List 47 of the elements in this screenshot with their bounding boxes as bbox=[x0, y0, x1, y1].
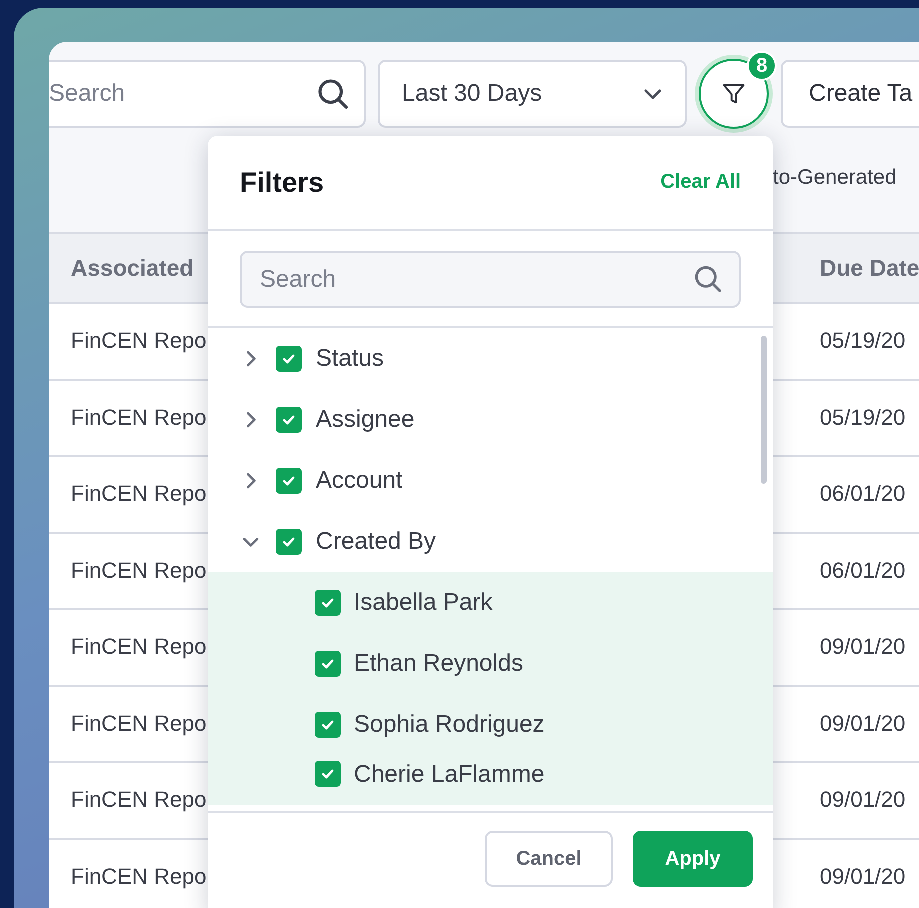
date-range-dropdown[interactable]: Last 30 Days bbox=[378, 60, 687, 128]
column-header: Due Date bbox=[819, 254, 919, 282]
cancel-button[interactable]: Cancel bbox=[485, 831, 613, 887]
filter-search-field[interactable]: Search bbox=[240, 251, 741, 308]
table-cell-text: 06/01/20 bbox=[819, 558, 907, 584]
filter-option-label: Isabella Park bbox=[354, 588, 493, 616]
apply-button[interactable]: Apply bbox=[633, 831, 753, 887]
table-cell-text: 09/01/20 bbox=[819, 634, 907, 660]
checkbox[interactable] bbox=[276, 468, 302, 494]
table-cell-text: 09/01/20 bbox=[819, 787, 907, 814]
filter-label: Account bbox=[316, 466, 403, 494]
table-cell-text: FinCEN Repo bbox=[70, 864, 208, 890]
checkbox[interactable] bbox=[276, 346, 302, 372]
table-cell-text: 05/19/20 bbox=[819, 404, 907, 431]
table-cell-text: FinCEN Repo bbox=[70, 634, 208, 660]
checkbox[interactable] bbox=[315, 712, 341, 738]
popup-title: Filters bbox=[240, 166, 324, 198]
checkbox[interactable] bbox=[315, 650, 341, 676]
table-cell-text: FinCEN Repo bbox=[70, 481, 208, 508]
checkbox[interactable] bbox=[315, 590, 341, 616]
search-icon bbox=[693, 264, 723, 294]
table-cell-text: FinCEN Repo bbox=[70, 558, 208, 584]
table-cell-text: 05/19/20 bbox=[819, 328, 907, 354]
search-field[interactable]: Search bbox=[49, 60, 366, 128]
table-cell-text: 09/01/20 bbox=[819, 864, 907, 890]
checkbox[interactable] bbox=[276, 528, 302, 554]
filter-option-label: Ethan Reynolds bbox=[354, 650, 524, 678]
checkbox[interactable] bbox=[276, 406, 302, 432]
filter-label: Created By bbox=[316, 528, 436, 556]
table-cell-text: 06/01/20 bbox=[819, 481, 907, 508]
filter-option-label: Sophia Rodriguez bbox=[354, 710, 545, 738]
table-cell-text: FinCEN Repo bbox=[70, 328, 208, 354]
table-cell-text: FinCEN Repo bbox=[70, 787, 208, 814]
search-icon bbox=[316, 77, 350, 111]
filter-count-badge: 8 bbox=[747, 51, 777, 81]
filter-label: Status bbox=[316, 344, 384, 372]
create-task-button[interactable]: Create Ta bbox=[781, 60, 919, 128]
filter-label: Assignee bbox=[316, 406, 415, 434]
subheader-text: to-Generated bbox=[773, 166, 897, 190]
clear-all-link[interactable]: Clear All bbox=[660, 171, 741, 194]
table-cell-text: FinCEN Repo bbox=[70, 404, 208, 431]
scrollbar-thumb[interactable] bbox=[761, 336, 767, 484]
column-header: Associated bbox=[70, 254, 195, 282]
table-cell-text: 09/01/20 bbox=[819, 710, 907, 737]
table-cell-text: FinCEN Repo bbox=[70, 710, 208, 737]
checkbox[interactable] bbox=[315, 761, 341, 787]
filter-option-label: Cherie LaFlamme bbox=[354, 761, 545, 789]
